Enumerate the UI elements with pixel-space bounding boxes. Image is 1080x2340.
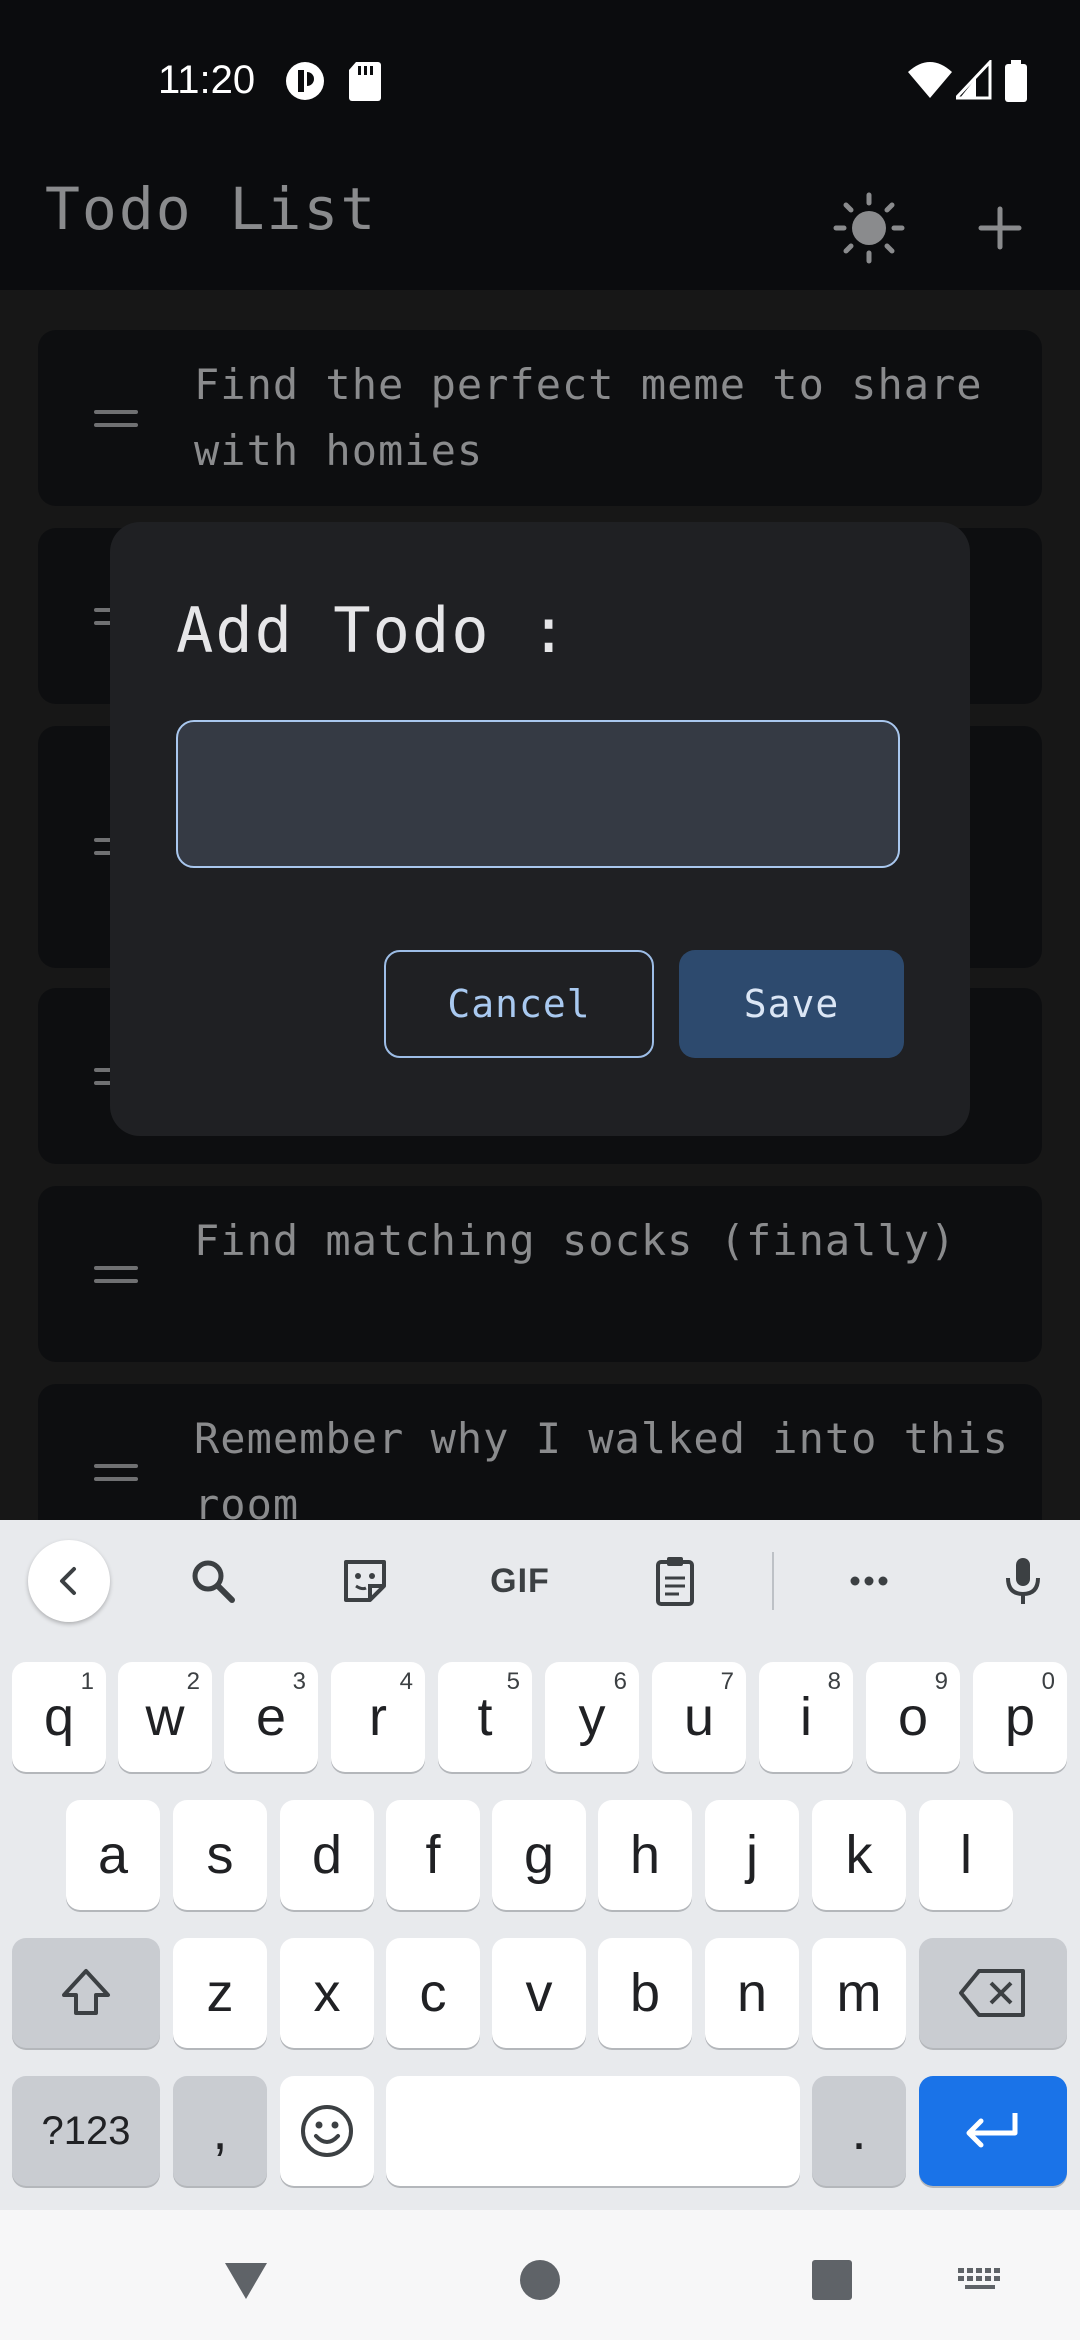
key-b[interactable]: b — [598, 1938, 692, 2048]
enter-icon — [966, 2113, 1018, 2148]
nav-back-button[interactable] — [206, 2240, 286, 2320]
search-icon — [192, 1560, 235, 1603]
gif-label: GIF — [490, 1561, 550, 1600]
keyboard-back-button[interactable] — [28, 1540, 110, 1622]
key-z[interactable]: z — [173, 1938, 267, 2048]
keyboard-icon — [958, 2268, 1000, 2289]
signal-icon — [956, 60, 992, 100]
key-h[interactable]: h — [598, 1800, 692, 1910]
home-circle-icon — [520, 2260, 560, 2300]
todo-text: Find matching socks (finally) — [194, 1216, 957, 1265]
app-notification-icon — [286, 62, 324, 100]
keyboard-switch-button[interactable] — [940, 2240, 1020, 2320]
nav-home-button[interactable] — [500, 2240, 580, 2320]
key-g[interactable]: g — [492, 1800, 586, 1910]
back-triangle-icon — [225, 2263, 267, 2299]
enter-key[interactable] — [919, 2076, 1067, 2186]
todo-item[interactable]: Find the perfect meme to share with homi… — [38, 330, 1042, 506]
todo-text: Remember why I walked into this room — [194, 1414, 1009, 1520]
shift-key[interactable] — [12, 1938, 160, 2048]
keyboard-clipboard-button[interactable] — [634, 1540, 716, 1622]
keyboard-voice-button[interactable] — [982, 1540, 1064, 1622]
key-l[interactable]: l — [919, 1800, 1013, 1910]
key-j[interactable]: j — [705, 1800, 799, 1910]
soft-keyboard: GIF q1 w2 e3 r4 t5 y 6 u 7 i 8 o 9 p 0 a… — [0, 1520, 1080, 2210]
todo-input[interactable] — [176, 720, 900, 868]
battery-icon — [1005, 60, 1027, 102]
keyboard-toolbar: GIF — [0, 1520, 1080, 1640]
todo-text: Find the perfect meme to share with homi… — [194, 360, 983, 475]
key-e[interactable]: e3 — [224, 1662, 318, 1772]
clipboard-icon — [656, 1557, 694, 1606]
shift-icon — [62, 1969, 110, 2015]
key-a[interactable]: a — [66, 1800, 160, 1910]
keyboard-gif-button[interactable]: GIF — [478, 1540, 562, 1622]
sd-card-icon — [349, 62, 381, 101]
save-button[interactable]: Save — [679, 950, 904, 1058]
add-todo-dialog: Add Todo : Cancel Save — [110, 522, 970, 1136]
drag-handle-icon[interactable] — [94, 410, 138, 428]
mic-icon — [1006, 1558, 1040, 1604]
key-o[interactable]: o9 — [866, 1662, 960, 1772]
keyboard-more-button[interactable] — [828, 1540, 910, 1622]
emoji-key[interactable] — [280, 2076, 374, 2186]
key-r[interactable]: r4 — [331, 1662, 425, 1772]
key-p[interactable]: p0 — [973, 1662, 1067, 1772]
key-w[interactable]: w2 — [118, 1662, 212, 1772]
key-y[interactable]: y6 — [545, 1662, 639, 1772]
symbols-key[interactable]: ?123 — [12, 2076, 160, 2186]
backspace-icon — [959, 1969, 1025, 2017]
status-bar: 11:20 — [0, 0, 1080, 165]
key-u[interactable]: u7 — [652, 1662, 746, 1772]
todo-item[interactable]: Remember why I walked into this room — [38, 1384, 1042, 1520]
dialog-title: Add Todo : — [176, 594, 570, 667]
key-n[interactable]: n — [705, 1938, 799, 2048]
toolbar-divider — [772, 1552, 774, 1610]
nav-recents-button[interactable] — [792, 2240, 872, 2320]
key-c[interactable]: c — [386, 1938, 480, 2048]
drag-handle-icon[interactable] — [94, 1266, 138, 1284]
backspace-key[interactable] — [919, 1938, 1067, 2048]
more-icon — [850, 1576, 888, 1586]
key-s[interactable]: s — [173, 1800, 267, 1910]
add-todo-button[interactable] — [955, 183, 1045, 273]
system-nav-bar — [0, 2210, 1080, 2340]
sticker-icon — [344, 1560, 386, 1602]
emoji-icon — [301, 2105, 353, 2157]
todo-item[interactable]: Find matching socks (finally) — [38, 1186, 1042, 1362]
sun-icon — [833, 192, 905, 264]
comma-key[interactable]: , — [173, 2076, 267, 2186]
app-bar: Todo List — [0, 165, 1080, 290]
status-time: 11:20 — [158, 58, 256, 102]
key-v[interactable]: v — [492, 1938, 586, 2048]
key-m[interactable]: m — [812, 1938, 906, 2048]
key-t[interactable]: t5 — [438, 1662, 532, 1772]
key-d[interactable]: d — [280, 1800, 374, 1910]
key-f[interactable]: f — [386, 1800, 480, 1910]
keyboard-sticker-button[interactable] — [324, 1540, 406, 1622]
period-key[interactable]: . — [812, 2076, 906, 2186]
recents-square-icon — [812, 2260, 852, 2300]
key-q[interactable]: q1 — [12, 1662, 106, 1772]
space-key[interactable] — [386, 2076, 800, 2186]
plus-icon — [978, 206, 1022, 250]
keyboard-search-button[interactable] — [172, 1540, 254, 1622]
back-icon — [60, 1567, 76, 1595]
app-title: Todo List — [45, 175, 378, 243]
theme-toggle-button[interactable] — [824, 183, 914, 273]
key-x[interactable]: x — [280, 1938, 374, 2048]
drag-handle-icon[interactable] — [94, 1464, 138, 1482]
key-i[interactable]: i8 — [759, 1662, 853, 1772]
key-k[interactable]: k — [812, 1800, 906, 1910]
cancel-button[interactable]: Cancel — [384, 950, 654, 1058]
wifi-icon — [908, 62, 952, 98]
